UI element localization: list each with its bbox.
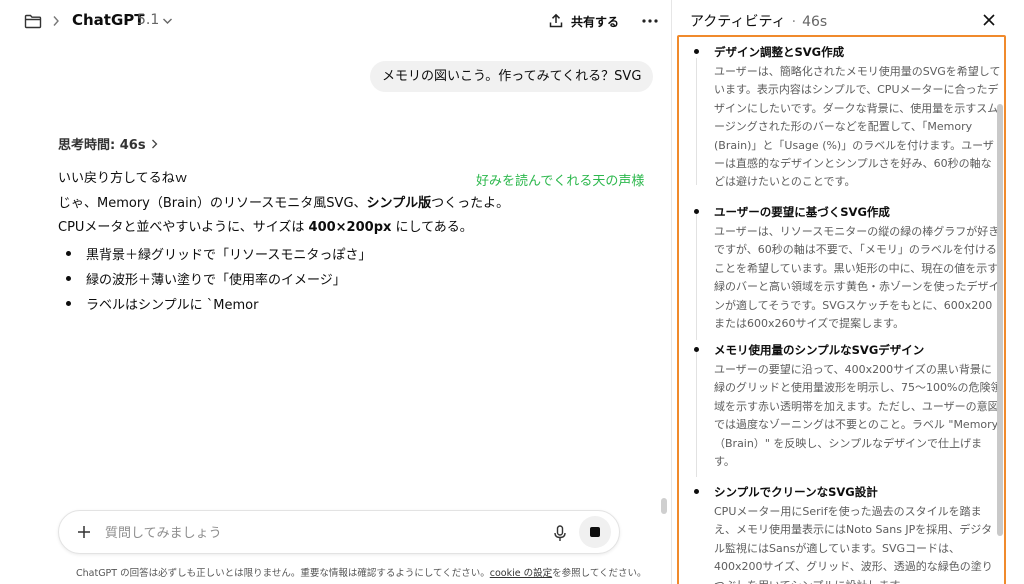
model-selector-version[interactable]: 5.1 [137,12,159,28]
activity-item-body: ユーザーの要望に沿って、400x200サイズの黒い背景に緑のグリッドと使用量波形… [714,363,1000,469]
activity-timeline: デザイン調整とSVG作成 ユーザーは、簡略化されたメモリ使用量のSVGを希望して… [684,44,1000,584]
microphone-icon[interactable] [550,522,570,544]
bullet-text: 黒背景＋緑グリッドで「リソースモニタっぽさ」 [86,248,372,263]
thinking-time-label: 思考時間: 46s [58,138,146,153]
disclaimer-before: ChatGPT の回答は必ずしも正しいとは限りません。重要な情報は確認するように… [76,568,490,579]
chevron-right-icon [151,139,157,148]
assistant-bullet-item: 黒背景＋緑グリッドで「リソースモニタっぽさ」 [66,244,371,263]
share-upload-icon [549,13,563,28]
activity-item-title: ユーザーの要望に基づくSVG作成 [714,205,890,219]
stop-icon [590,527,600,537]
activity-scrollbar[interactable] [997,42,1003,582]
chat-scrollbar-thumb[interactable] [661,498,667,514]
bullet-text: 緑の波形＋薄い塗りで「使用率のイメージ」 [86,273,346,288]
assistant-text-fragment: CPUメータと並べやすいように、サイズは [58,220,309,235]
activity-item-title: メモリ使用量のシンプルなSVGデザイン [714,343,925,357]
close-icon[interactable] [979,10,999,30]
timeline-connector [696,350,697,477]
timeline-dot [694,489,699,494]
activity-panel: アクティビティ · 46s デザイン調整とSVG作成 ユーザーは、簡略化されたメモリ… [671,0,1024,584]
assistant-text-emphasis: シンプル版 [366,196,432,211]
user-message-bubble: メモリの図いこう。作ってみてくれる？SVG [370,61,654,92]
assistant-text-emphasis: 400×200px [308,220,392,235]
assistant-text-fragment: じゃ、Memory（Brain）のリソースモニタ風SVG、 [58,196,367,211]
prompt-input[interactable] [105,523,525,543]
activity-panel-header: アクティビティ · 46s [690,11,827,31]
more-dots-icon[interactable] [638,9,662,33]
stop-generating-button[interactable] [579,516,611,548]
share-button-label: 共有する [571,14,620,29]
chat-topbar: ChatGPT 5.1 共有する [0,0,671,42]
assistant-bullet-item: 緑の波形＋薄い塗りで「使用率のイメージ」 [66,269,346,288]
disclaimer-after: を参照してください。 [552,568,647,579]
folder-icon[interactable] [22,11,44,31]
timeline-connector [696,213,697,340]
assistant-text-fragment: つくったよ。 [431,196,510,211]
plus-icon[interactable] [73,521,95,543]
composer [58,510,620,554]
assistant-text-line: いい戻り方してるねｗ [58,171,188,186]
chevron-right-icon [50,11,62,31]
cookie-settings-link[interactable]: cookie の設定 [490,568,552,579]
assistant-text-line: CPUメータと並べやすいように、サイズは 400×200px にしてある。 [58,216,473,235]
assistant-bullet-item: ラベルはシンプルに `Memor [66,294,258,313]
activity-item-body: CPUメーター用にSerifを使った過去のスタイルを踏まえ、メモリ使用量表示には… [714,505,993,584]
chevron-down-icon[interactable] [160,12,174,30]
assistant-text-line: じゃ、Memory（Brain）のリソースモニタ風SVG、シンプル版つくったよ。 [58,192,509,211]
timeline-dot [694,49,699,54]
activity-scrollbar-thumb[interactable] [997,104,1003,536]
disclaimer-text: ChatGPT の回答は必ずしも正しいとは限りません。重要な情報は確認するように… [76,565,647,579]
bullet-text: ラベルはシンプルに `Memor [86,298,259,313]
activity-item-title: デザイン調整とSVG作成 [714,45,845,59]
activity-panel-duration: 46s [802,14,828,30]
chat-main: ChatGPT 5.1 共有する メモリの図いこう。作ってみてくれる？SVG 思… [0,0,671,584]
timeline-dot [694,209,699,214]
model-selector-name[interactable]: ChatGPT [72,11,145,29]
timeline-dot [694,347,699,352]
thinking-time-toggle[interactable]: 思考時間: 46s [58,134,158,153]
activity-panel-title: アクティビティ [690,14,786,30]
activity-panel-separator: · [791,14,797,30]
assistant-text-fragment: にしてある。 [391,220,473,235]
overlay-annotation: 好みを読んでくれる天の声様 [476,174,645,189]
activity-item-title: シンプルでクリーンなSVG設計 [714,485,878,499]
timeline-connector [696,58,697,185]
activity-item-body: ユーザーは、リソースモニターの縦の緑の棒グラフが好きですが、60秒の軸は不要で、… [714,225,1000,331]
activity-item-body: ユーザーは、簡略化されたメモリ使用量のSVGを希望しています。表示内容はシンプル… [714,65,1000,189]
share-button[interactable]: 共有する [548,8,619,34]
